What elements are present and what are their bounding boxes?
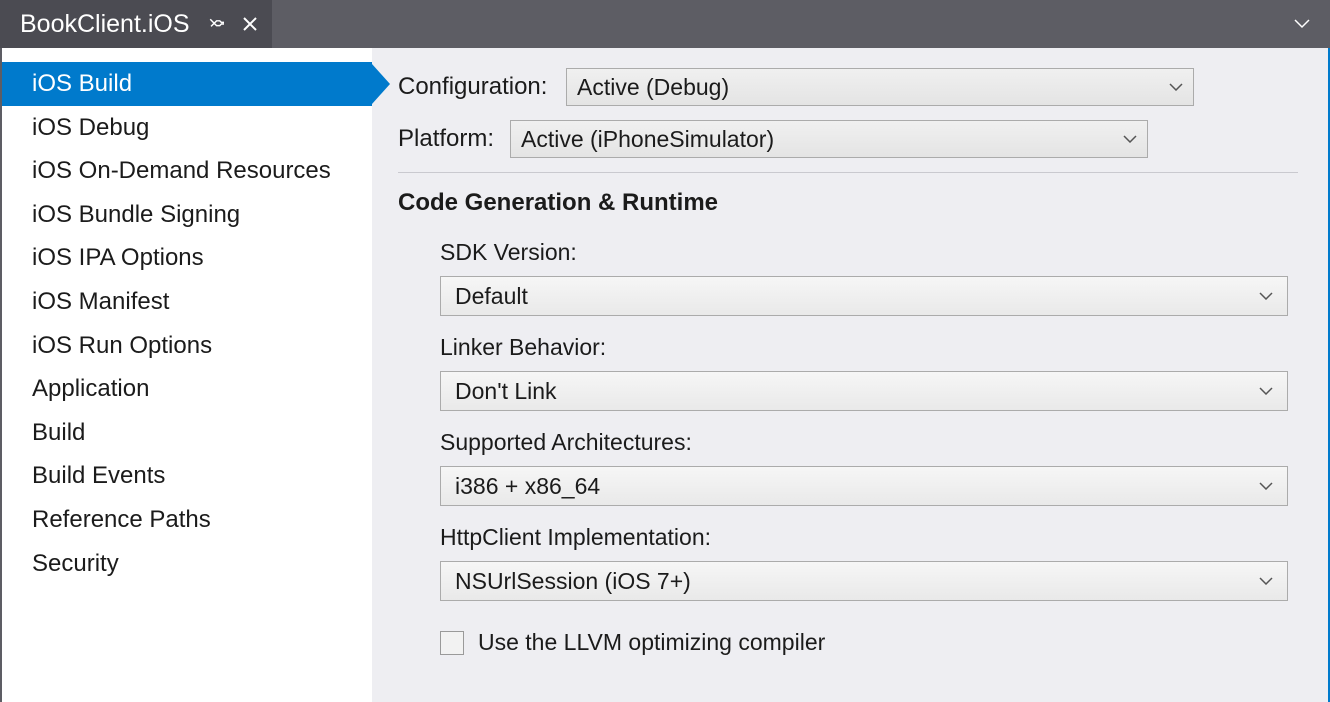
sidebar-item-ios-manifest[interactable]: iOS Manifest (2, 280, 372, 324)
sdk-version-label: SDK Version: (440, 239, 1298, 266)
sidebar-item-label: iOS Manifest (32, 288, 169, 315)
chevron-down-icon (1259, 387, 1273, 395)
close-icon[interactable] (242, 16, 258, 32)
platform-value: Active (iPhoneSimulator) (521, 126, 774, 153)
sidebar-item-label: iOS IPA Options (32, 244, 204, 271)
supported-architectures-select[interactable]: i386 + x86_64 (440, 466, 1288, 506)
main-panel: Configuration: Active (Debug) Platform: … (372, 48, 1330, 702)
sidebar-item-label: Build Events (32, 462, 165, 489)
sidebar-item-label: iOS Bundle Signing (32, 201, 240, 228)
sidebar-item-label: iOS Debug (32, 114, 149, 141)
sidebar-item-label: iOS Build (32, 70, 132, 97)
sidebar-item-reference-paths[interactable]: Reference Paths (2, 498, 372, 542)
linker-behavior-select[interactable]: Don't Link (440, 371, 1288, 411)
chevron-down-icon (1259, 292, 1273, 300)
chevron-down-icon (1123, 135, 1137, 143)
configuration-value: Active (Debug) (577, 74, 729, 101)
sidebar-item-label: Application (32, 375, 149, 402)
sidebar-item-ios-run-options[interactable]: iOS Run Options (2, 324, 372, 368)
supported-architectures-label: Supported Architectures: (440, 429, 1298, 456)
supported-architectures-value: i386 + x86_64 (455, 473, 600, 500)
chevron-down-icon (1259, 482, 1273, 490)
pin-icon[interactable] (206, 15, 224, 33)
linker-behavior-value: Don't Link (455, 378, 557, 405)
sidebar: iOS Build iOS Debug iOS On-Demand Resour… (2, 48, 372, 702)
dropdown-icon[interactable] (1294, 19, 1310, 29)
httpclient-implementation-label: HttpClient Implementation: (440, 524, 1298, 551)
platform-select[interactable]: Active (iPhoneSimulator) (510, 120, 1148, 158)
sdk-version-select[interactable]: Default (440, 276, 1288, 316)
sdk-version-value: Default (455, 283, 528, 310)
llvm-checkbox-label: Use the LLVM optimizing compiler (478, 629, 825, 656)
platform-label: Platform: (398, 125, 510, 153)
sidebar-item-label: iOS On-Demand Resources (32, 157, 331, 184)
llvm-checkbox[interactable] (440, 631, 464, 655)
titlebar: BookClient.iOS (0, 0, 1330, 48)
sidebar-item-ios-ipa-options[interactable]: iOS IPA Options (2, 236, 372, 280)
sidebar-item-ios-debug[interactable]: iOS Debug (2, 106, 372, 150)
sidebar-item-security[interactable]: Security (2, 542, 372, 586)
sidebar-item-application[interactable]: Application (2, 367, 372, 411)
sidebar-item-label: Build (32, 419, 85, 446)
sidebar-item-ios-on-demand-resources[interactable]: iOS On-Demand Resources (2, 149, 372, 193)
tab-title: BookClient.iOS (20, 10, 190, 39)
sidebar-item-build-events[interactable]: Build Events (2, 454, 372, 498)
sidebar-item-label: Security (32, 550, 119, 577)
divider (398, 172, 1298, 173)
sidebar-item-build[interactable]: Build (2, 411, 372, 455)
chevron-down-icon (1259, 577, 1273, 585)
sidebar-item-ios-bundle-signing[interactable]: iOS Bundle Signing (2, 193, 372, 237)
sidebar-item-label: Reference Paths (32, 506, 211, 533)
linker-behavior-label: Linker Behavior: (440, 334, 1298, 361)
section-title: Code Generation & Runtime (398, 189, 1298, 217)
configuration-select[interactable]: Active (Debug) (566, 68, 1194, 106)
sidebar-item-ios-build[interactable]: iOS Build (2, 62, 372, 106)
document-tab[interactable]: BookClient.iOS (0, 0, 272, 48)
httpclient-implementation-select[interactable]: NSUrlSession (iOS 7+) (440, 561, 1288, 601)
httpclient-implementation-value: NSUrlSession (iOS 7+) (455, 568, 691, 595)
sidebar-item-label: iOS Run Options (32, 332, 212, 359)
chevron-down-icon (1169, 83, 1183, 91)
configuration-label: Configuration: (398, 73, 566, 101)
